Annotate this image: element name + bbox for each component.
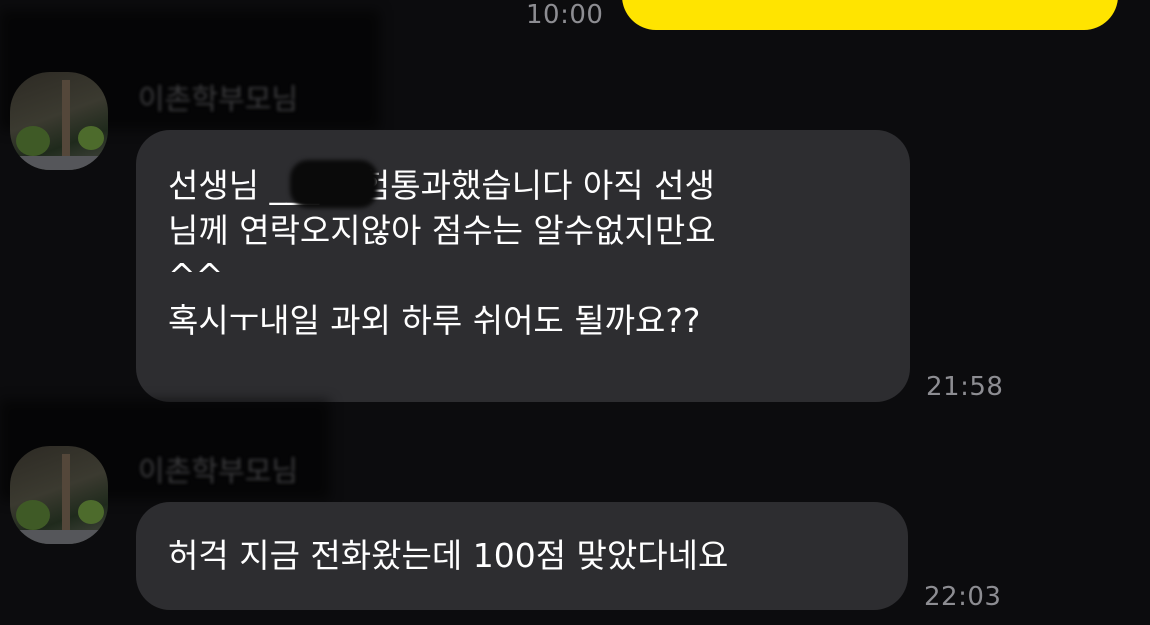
redacted-name [290, 160, 378, 208]
sender-avatar[interactable] [10, 72, 108, 170]
message-line: 허걱 지금 전화왔는데 100점 맞았다네요 [168, 536, 729, 575]
message-line: 혹시ㅜ내일 과외 하루 쉬어도 될까요?? [168, 301, 701, 340]
message-line: 님께 연락오지않아 점수는 알수없지만요 [168, 211, 716, 250]
sent-message-bubble[interactable] [622, 0, 1118, 30]
chat-window: 10:00 이촌학부모님 선생님 ___ 시험통과했습니다 아직 선생 님께 연… [0, 0, 1150, 625]
received-message-bubble[interactable]: 선생님 ___ 시험통과했습니다 아직 선생 님께 연락오지않아 점수는 알수없… [136, 130, 910, 402]
sender-name: 이촌학부모님 [138, 454, 299, 488]
sent-message-time: 10:00 [526, 0, 604, 30]
sender-avatar[interactable] [10, 446, 108, 544]
received-message-bubble[interactable]: 허걱 지금 전화왔는데 100점 맞았다네요 [136, 502, 908, 610]
message-line: 선생님 ___ 시험통과했습니다 아직 선생 [168, 166, 715, 205]
message-time: 22:03 [924, 582, 1002, 612]
sender-name: 이촌학부모님 [138, 82, 299, 116]
message-line: ^^ [168, 256, 224, 295]
message-time: 21:58 [926, 372, 1004, 402]
